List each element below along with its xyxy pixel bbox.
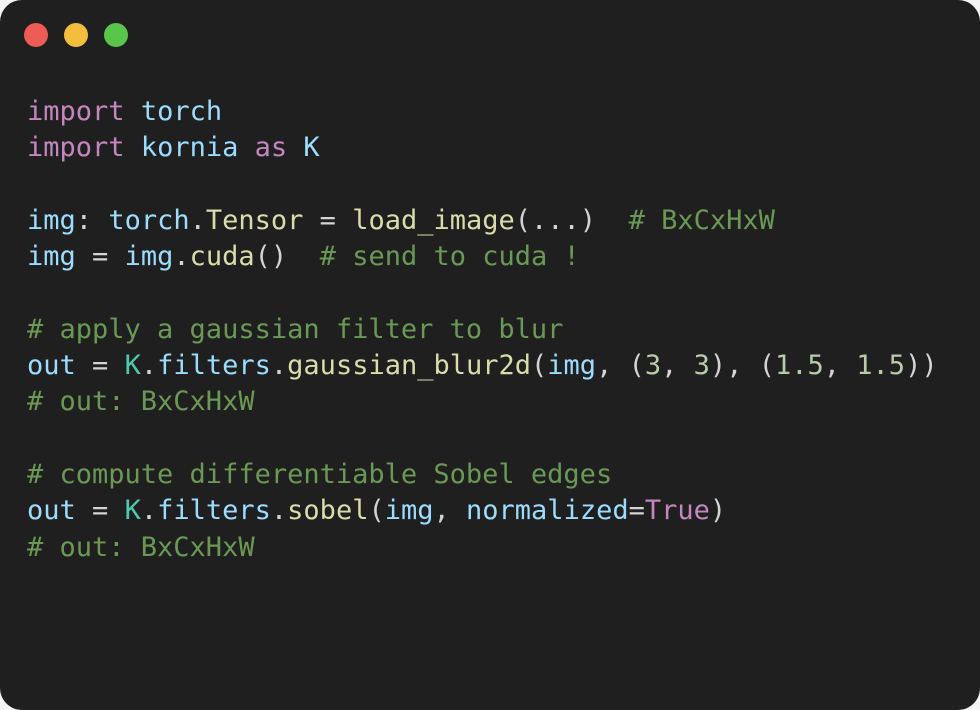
number-token: 1.5 <box>856 350 906 382</box>
function-token: load_image <box>352 204 515 236</box>
alias-token: K <box>124 350 141 382</box>
keyword-argument-token: normalized <box>466 495 629 527</box>
variable-token: out <box>27 495 76 527</box>
attribute-token: filters <box>157 495 271 527</box>
module-token: kornia <box>140 132 239 164</box>
operator-token: ( <box>368 495 385 527</box>
variable-token: out <box>27 350 76 382</box>
number-token: 3 <box>644 350 662 382</box>
operator-token: ( <box>531 350 548 382</box>
operator-token: , <box>661 350 678 382</box>
boolean-token: True <box>644 495 710 527</box>
keyword-token: as <box>254 132 288 164</box>
operator-token: )) <box>905 350 938 382</box>
window-controls <box>24 23 128 47</box>
operator-token: , <box>596 350 613 382</box>
comment-token: # apply a gaussian filter to blur <box>27 313 564 345</box>
comment-token: # out: BxCxHxW <box>27 386 255 418</box>
variable-token: img <box>124 241 174 273</box>
module-token: torch <box>108 204 190 236</box>
code-block: import torch import kornia as Kimg: torch… <box>27 94 938 566</box>
code-window: import torch import kornia as Kimg: torch… <box>0 0 980 710</box>
comment-token: # send to cuda ! <box>319 241 580 273</box>
attribute-token: filters <box>157 350 271 382</box>
args-token: () <box>254 241 288 273</box>
operator-token: ) <box>709 350 727 382</box>
keyword-token: import <box>27 132 125 164</box>
variable-token: img <box>384 495 434 527</box>
operator-token: . <box>173 241 190 273</box>
code-line-12: out = K.filters.sobel(img, normalized=Tr… <box>27 493 938 529</box>
code-line-9: # out: BxCxHxW <box>27 384 938 420</box>
minimize-icon[interactable] <box>64 23 88 47</box>
code-line-13: # out: BxCxHxW <box>27 530 938 566</box>
function-token: gaussian_blur2d <box>287 350 532 382</box>
code-line-8: out = K.filters.gaussian_blur2d(img, (3,… <box>27 348 938 384</box>
number-token: 3 <box>693 350 710 382</box>
function-token: cuda <box>189 241 255 273</box>
alias-token: K <box>124 495 141 527</box>
variable-token: img <box>27 241 76 273</box>
close-icon[interactable] <box>24 23 48 47</box>
code-line-1: import torch <box>27 94 938 130</box>
maximize-icon[interactable] <box>104 23 128 47</box>
function-token: sobel <box>287 495 369 527</box>
args-token: (...) <box>514 204 597 236</box>
module-token: torch <box>140 96 223 127</box>
variable-token: img <box>547 350 597 382</box>
comment-token: # compute differentiable Sobel edges <box>27 458 613 490</box>
operator-token: , <box>823 350 841 382</box>
code-line-2: import kornia as K <box>27 130 938 166</box>
operator-token: . <box>140 350 158 382</box>
comment-token: # out: BxCxHxW <box>27 531 255 563</box>
code-line-7: # apply a gaussian filter to blur <box>27 312 938 348</box>
operator-token: = <box>92 241 109 273</box>
operator-token: = <box>92 495 109 527</box>
operator-token: . <box>270 495 288 527</box>
operator-token: ( <box>628 350 645 382</box>
code-line-4: img: torch.Tensor = load_image(...) # Bx… <box>27 203 938 239</box>
operator-token: : <box>75 204 93 236</box>
variable-token: img <box>27 204 76 236</box>
class-token: Tensor <box>205 204 304 236</box>
code-line-11: # compute differentiable Sobel edges <box>27 457 938 493</box>
alias-token: K <box>303 132 320 164</box>
operator-token: = <box>92 350 109 382</box>
keyword-token: import <box>27 96 125 127</box>
operator-token: , <box>433 495 450 527</box>
operator-token: ( <box>758 350 775 382</box>
operator-token: = <box>319 204 336 236</box>
operator-token: . <box>270 350 288 382</box>
code-line-5: img = img.cuda() # send to cuda ! <box>27 239 938 275</box>
operator-token: ) <box>709 495 727 527</box>
number-token: 1.5 <box>774 350 824 382</box>
operator-token: . <box>189 204 206 236</box>
comment-token: # BxCxHxW <box>628 204 775 236</box>
operator-token: = <box>628 495 645 527</box>
operator-token: , <box>726 350 743 382</box>
operator-token: . <box>140 495 158 527</box>
